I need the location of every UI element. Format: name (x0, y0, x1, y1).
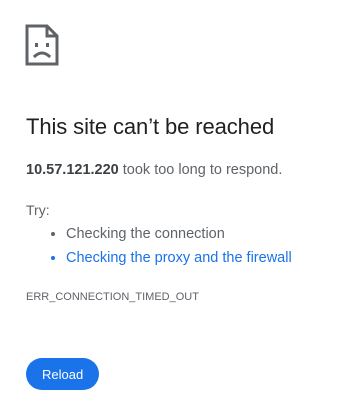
error-summary: 10.57.121.220 took too long to respond. (26, 162, 282, 178)
error-page: This site can’t be reached 10.57.121.220… (0, 0, 354, 416)
sad-document-icon (25, 24, 59, 66)
try-label: Try: (26, 202, 50, 218)
proxy-firewall-link[interactable]: Checking the proxy and the firewall (66, 250, 292, 266)
suggestions-list: Checking the connection Checking the pro… (26, 222, 292, 270)
host-address: 10.57.121.220 (26, 162, 119, 178)
reload-button[interactable]: Reload (26, 358, 100, 390)
suggestion-check-connection: Checking the connection (66, 222, 292, 246)
page-title: This site can’t be reached (26, 114, 275, 139)
suggestion-check-proxy-firewall[interactable]: Checking the proxy and the firewall (66, 246, 292, 270)
suggestion-label: Checking the connection (66, 226, 225, 242)
error-code: ERR_CONNECTION_TIMED_OUT (26, 291, 199, 303)
summary-message: took too long to respond. (118, 162, 283, 178)
